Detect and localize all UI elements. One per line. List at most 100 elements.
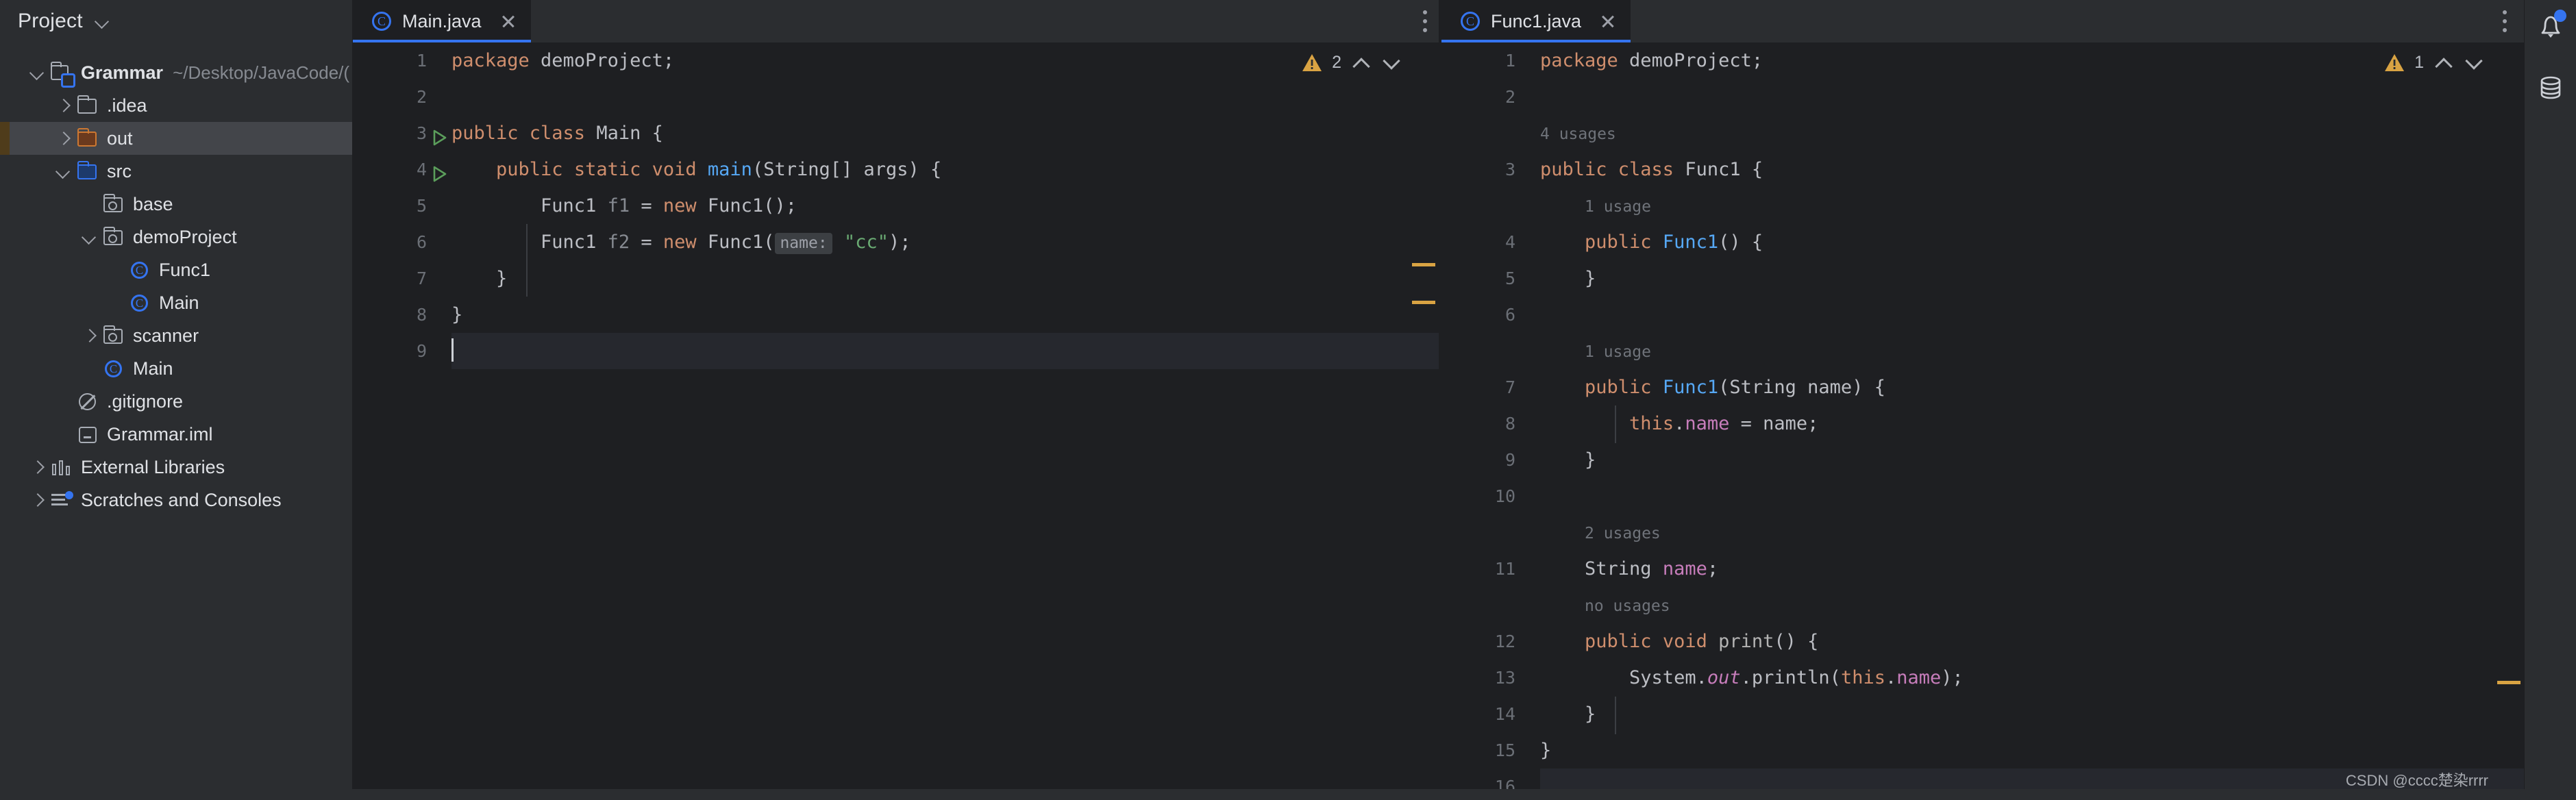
tree-item-label: Grammar.iml [107,423,213,445]
line-number: 5 [1504,268,1515,288]
inspection-widget-left[interactable]: 2 [1302,52,1402,73]
code-line[interactable]: } [451,297,1439,333]
code-line[interactable]: String name; [1540,551,2524,587]
line-number: 3 [353,115,447,151]
warning-marker[interactable] [1412,301,1435,304]
tree-item--gitignore[interactable]: .gitignore [0,385,352,418]
notifications-bell-icon[interactable] [2534,10,2568,44]
java-class-icon: C [372,12,391,31]
line-number: 8 [1504,414,1515,434]
code-line[interactable]: System.out.println(this.name); [1540,660,2524,696]
tab-func1-java[interactable]: C Func1.java [1441,0,1631,42]
warning-count: 1 [2414,52,2424,72]
code-line[interactable]: package demoProject; [1540,42,2524,79]
code-line[interactable]: public class Func1 { [1540,151,2524,188]
code-line[interactable]: } [1540,260,2524,297]
disclosure-right-icon[interactable] [52,94,75,117]
code-line[interactable]: this.name = name; [1540,405,2524,442]
chevron-down-icon[interactable] [1381,52,1402,73]
chevron-down-icon[interactable] [95,14,110,29]
close-icon[interactable] [1596,10,1620,33]
code-line[interactable]: package demoProject; [451,42,1439,79]
status-bar [0,789,2576,800]
disclosure-right-icon[interactable] [26,488,49,512]
code-vision-usages-hint[interactable]: 1 usage [1540,188,2524,224]
marker-stripe-left[interactable] [1409,85,1439,800]
code-line[interactable]: public static void main(String[] args) { [451,151,1439,188]
tree-item-func1[interactable]: C Func1 [0,253,352,286]
tree-item-base[interactable]: base [0,188,352,221]
tree-item-label: Func1 [159,259,211,280]
code-vision-usages-hint[interactable]: no usages [1540,587,2524,623]
marker-stripe-right[interactable] [2494,85,2524,800]
code-line[interactable] [451,79,1439,115]
inspection-widget-right[interactable]: 1 [2384,52,2484,73]
code-line[interactable]: public Func1() { [1540,224,2524,260]
tree-item-scratches-and-consoles[interactable]: Scratches and Consoles [0,484,352,516]
code-line[interactable] [1540,297,2524,333]
disclosure-down-icon[interactable] [26,61,49,84]
code-line[interactable]: public class Main { [451,115,1439,151]
disclosure-down-icon[interactable] [52,160,75,183]
chevron-up-icon[interactable] [1351,52,1372,73]
disclosure-right-icon[interactable] [78,324,101,347]
warning-marker[interactable] [1412,263,1435,266]
tree-item-grammar[interactable]: Grammar ~/Desktop/JavaCode/( [0,56,352,89]
code-vision-usages-hint[interactable]: 2 usages [1540,514,2524,551]
code-line[interactable] [1540,478,2524,514]
tree-item-main[interactable]: C Main [0,286,352,319]
tab-label: Main.java [402,10,482,32]
tree-item-src[interactable]: src [0,155,352,188]
line-number-gutter-right[interactable]: 12.3.456.78910.11.1213141516 [1441,42,1531,800]
external-libraries-icon [49,455,74,479]
code-line[interactable]: Func1 f2 = new Func1(name: "cc"); [451,224,1439,260]
tree-item-main[interactable]: C Main [0,352,352,385]
tree-item-demoproject[interactable]: demoProject [0,221,352,253]
tree-item-out[interactable]: out [0,122,352,155]
code-line[interactable]: public void print() { [1540,623,2524,660]
code-vision-usages-hint[interactable]: 4 usages [1540,115,2524,151]
tree-item-external-libraries[interactable]: External Libraries [0,451,352,484]
warning-marker[interactable] [2497,681,2521,684]
tree-item-label: Main [133,358,173,379]
package-icon [101,324,126,347]
code-line[interactable]: public Func1(String name) { [1540,369,2524,405]
folder-orange-icon [75,127,100,150]
right-tool-sidebar [2524,0,2576,800]
tree-item-grammar-iml[interactable]: Grammar.iml [0,418,352,451]
code-line[interactable] [451,333,1439,369]
project-panel-title: Project [18,10,83,32]
disclosure-right-icon[interactable] [26,455,49,479]
code-line[interactable]: } [1540,442,2524,478]
code-line[interactable]: Func1 f1 = new Func1(); [451,188,1439,224]
chevron-up-icon[interactable] [2433,52,2454,73]
database-icon[interactable] [2534,71,2568,105]
code-line[interactable]: } [451,260,1439,297]
arrow-placeholder [52,423,75,446]
code-content-func1[interactable]: package demoProject; 4 usages public clas… [1531,42,2524,800]
tab-main-java[interactable]: C Main.java [353,0,531,42]
tree-item-label: src [107,160,132,182]
arrow-placeholder [104,291,127,314]
code-vision-usages-hint[interactable]: 1 usage [1540,333,2524,369]
code-line[interactable] [1540,79,2524,115]
more-options-icon[interactable] [2491,0,2518,42]
notification-badge [2553,10,2566,22]
close-icon[interactable] [497,10,520,33]
code-line[interactable]: } [1540,696,2524,732]
code-area-func1[interactable]: 12.3.456.78910.11.1213141516 package dem… [1441,42,2524,800]
line-number-gutter-left[interactable]: 1 2 34 5 6 7 8 9 [353,42,447,800]
disclosure-down-icon[interactable] [78,225,101,249]
tree-item--idea[interactable]: .idea [0,89,352,122]
project-panel-header[interactable]: Project [0,0,352,42]
java-class-icon: C [127,258,152,282]
editor-pane-main: C Main.java 2 1 2 34 5 6 7 8 9 package demoProj… [353,0,1439,800]
code-line[interactable]: } [1540,732,2524,768]
tree-item-scanner[interactable]: scanner [0,319,352,352]
line-number: 2 [416,87,427,107]
code-area-main[interactable]: 1 2 34 5 6 7 8 9 package demoProject; public cl… [353,42,1439,800]
chevron-down-icon[interactable] [2464,52,2484,73]
more-options-icon[interactable] [1411,0,1439,42]
code-content-main[interactable]: package demoProject; public class Main {… [442,42,1439,800]
disclosure-right-icon[interactable] [52,127,75,150]
